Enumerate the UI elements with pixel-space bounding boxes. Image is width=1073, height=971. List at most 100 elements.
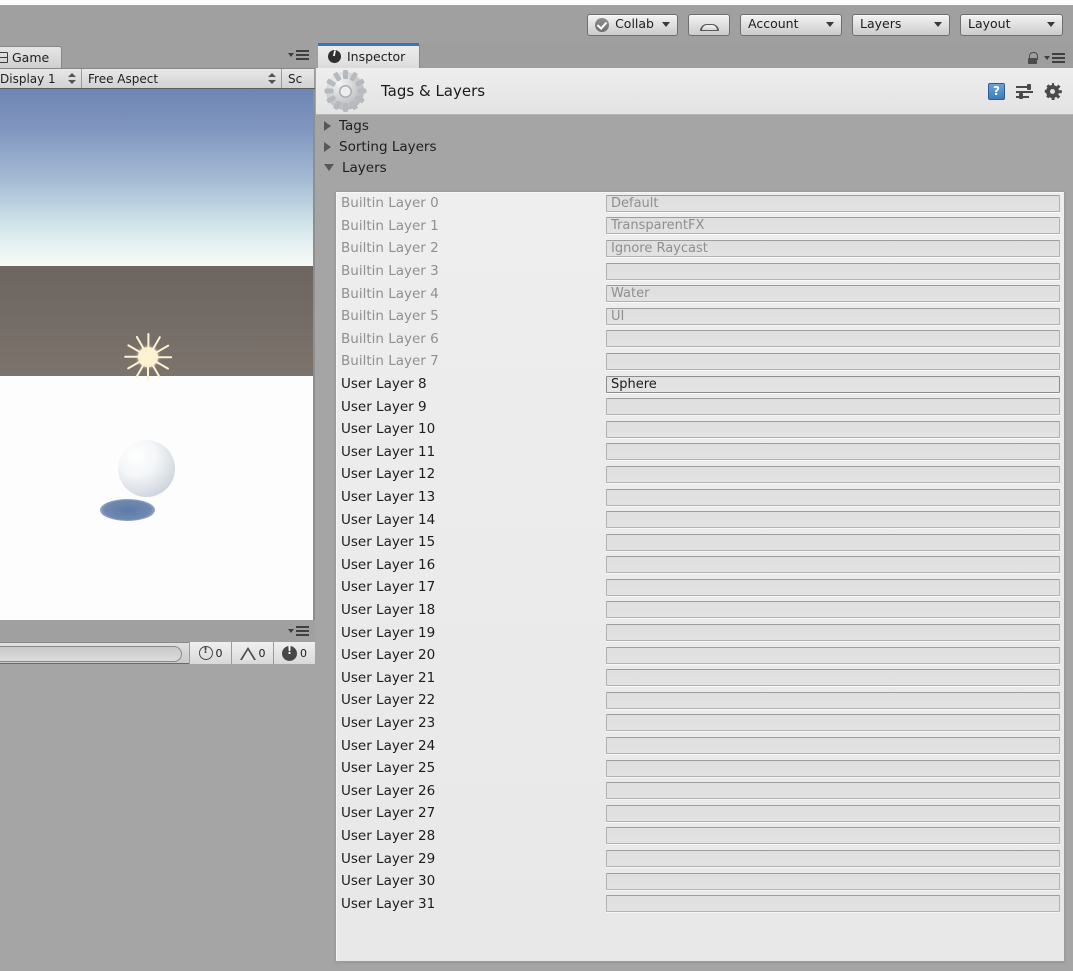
sphere-shadow	[100, 499, 155, 521]
table-row: User Layer 22	[336, 689, 1064, 712]
layer-index-label: User Layer 11	[341, 443, 436, 460]
account-button[interactable]: Account	[740, 13, 842, 36]
layer-name-input[interactable]	[606, 714, 1060, 732]
aspect-value: Free Aspect	[88, 71, 159, 86]
foldout-sorting-layers[interactable]: Sorting Layers	[316, 136, 1073, 157]
layer-name-input[interactable]	[606, 533, 1060, 551]
layer-name-input[interactable]	[606, 556, 1060, 574]
help-book-icon[interactable]	[988, 82, 1005, 100]
table-row: User Layer 12	[336, 463, 1064, 486]
console-log-area[interactable]	[0, 664, 315, 971]
layer-name-input[interactable]	[606, 895, 1060, 913]
game-panel-menu-button[interactable]	[288, 50, 309, 60]
console-tabstrip	[0, 620, 315, 642]
panel-menu-icon	[1052, 53, 1065, 63]
layer-name-input[interactable]	[606, 601, 1060, 619]
console-search-input[interactable]	[0, 646, 182, 662]
lock-icon[interactable]	[1026, 52, 1038, 64]
foldout-label: Layers	[342, 159, 387, 176]
game-view-right-edge	[313, 89, 315, 622]
cloud-icon	[699, 19, 719, 31]
tab-inspector[interactable]: Inspector	[318, 43, 421, 68]
tab-game[interactable]: Game	[0, 46, 63, 68]
layer-name-input[interactable]	[606, 488, 1060, 506]
layer-index-label: User Layer 29	[341, 850, 436, 867]
layer-name-input[interactable]	[606, 578, 1060, 596]
scale-control[interactable]: Sc	[282, 69, 315, 88]
table-row: User Layer 15	[336, 531, 1064, 554]
table-row: User Layer 16	[336, 554, 1064, 577]
layer-index-label: Builtin Layer 6	[341, 330, 439, 347]
table-row: User Layer 28	[336, 825, 1064, 848]
table-row: User Layer 20	[336, 644, 1064, 667]
layer-index-label: User Layer 8	[341, 376, 427, 393]
display-dropdown[interactable]: Display 1	[0, 69, 82, 88]
layer-index-label: User Layer 25	[341, 760, 436, 777]
game-toolbar: Display 1 Free Aspect Sc	[0, 68, 315, 89]
layer-index-label: Builtin Layer 4	[341, 285, 439, 302]
chevron-down-icon	[826, 22, 834, 27]
inspector-header-icons	[988, 82, 1073, 100]
layer-name-input[interactable]	[606, 465, 1060, 483]
layer-name-input[interactable]	[606, 420, 1060, 438]
console-panel: 0 0 0	[0, 620, 315, 971]
layer-name-input: Water	[606, 285, 1060, 303]
table-row: Builtin Layer 3	[336, 260, 1064, 283]
game-tabstrip: Game	[0, 44, 315, 68]
inspector-foldouts: Tags Sorting Layers Layers	[316, 115, 1073, 178]
layer-index-label: Builtin Layer 5	[341, 308, 439, 325]
tab-game-label: Game	[12, 50, 50, 65]
table-row: User Layer 23	[336, 712, 1064, 735]
layer-name-input[interactable]	[606, 646, 1060, 664]
foldout-layers[interactable]: Layers	[316, 157, 1073, 178]
warning-counter[interactable]: 0	[231, 642, 273, 664]
info-counter[interactable]: 0	[273, 642, 315, 664]
table-row: User Layer 29	[336, 847, 1064, 870]
aspect-dropdown[interactable]: Free Aspect	[82, 69, 282, 88]
gear-icon[interactable]	[1044, 82, 1062, 100]
chevron-down-icon	[288, 629, 294, 633]
layer-name-input[interactable]	[606, 827, 1060, 845]
layer-name-input	[606, 262, 1060, 280]
layer-index-label: User Layer 28	[341, 827, 436, 844]
foldout-label: Sorting Layers	[339, 138, 437, 155]
error-counter[interactable]: 0	[189, 642, 231, 664]
table-row: Builtin Layer 7	[336, 350, 1064, 373]
layer-name-input[interactable]	[606, 737, 1060, 755]
layer-name-input[interactable]	[606, 398, 1060, 416]
table-row: User Layer 10	[336, 418, 1064, 441]
console-panel-menu-button[interactable]	[288, 626, 309, 636]
layer-name-input[interactable]	[606, 691, 1060, 709]
layer-index-label: User Layer 14	[341, 511, 436, 528]
game-view-render[interactable]	[0, 89, 313, 622]
layer-name-input[interactable]	[606, 782, 1060, 800]
layer-name-input[interactable]	[606, 511, 1060, 529]
layer-name-input[interactable]	[606, 850, 1060, 868]
layer-name-input[interactable]	[606, 443, 1060, 461]
layer-index-label: User Layer 24	[341, 737, 436, 754]
account-label: Account	[748, 16, 799, 32]
cloud-services-button[interactable]	[688, 13, 730, 36]
game-view-icon	[0, 52, 8, 63]
table-row: User Layer 21	[336, 666, 1064, 689]
layer-name-input: TransparentFX	[606, 217, 1060, 235]
layer-name-input[interactable]	[606, 624, 1060, 642]
gear-settings-icon	[324, 70, 367, 112]
triangle-right-icon	[324, 120, 331, 131]
chevron-down-icon	[1047, 22, 1055, 27]
layer-name-input[interactable]	[606, 669, 1060, 687]
inspector-panel-menu-button[interactable]	[1044, 53, 1065, 63]
foldout-tags[interactable]: Tags	[316, 115, 1073, 136]
chevron-updown-icon	[68, 72, 77, 85]
table-row: Builtin Layer 6	[336, 328, 1064, 351]
layer-name-input[interactable]	[606, 759, 1060, 777]
preset-sliders-icon[interactable]	[1016, 83, 1033, 99]
layout-dropdown[interactable]: Layout	[960, 13, 1063, 36]
layer-name-input[interactable]: Sphere	[606, 375, 1060, 393]
layers-dropdown[interactable]: Layers	[852, 13, 950, 36]
layer-name-input[interactable]	[606, 872, 1060, 890]
collab-button[interactable]: Collab	[587, 13, 678, 36]
layer-name-input[interactable]	[606, 804, 1060, 822]
scale-value: Sc	[288, 71, 303, 86]
game-panel: Game Display 1 Free Aspect Sc	[0, 44, 315, 622]
